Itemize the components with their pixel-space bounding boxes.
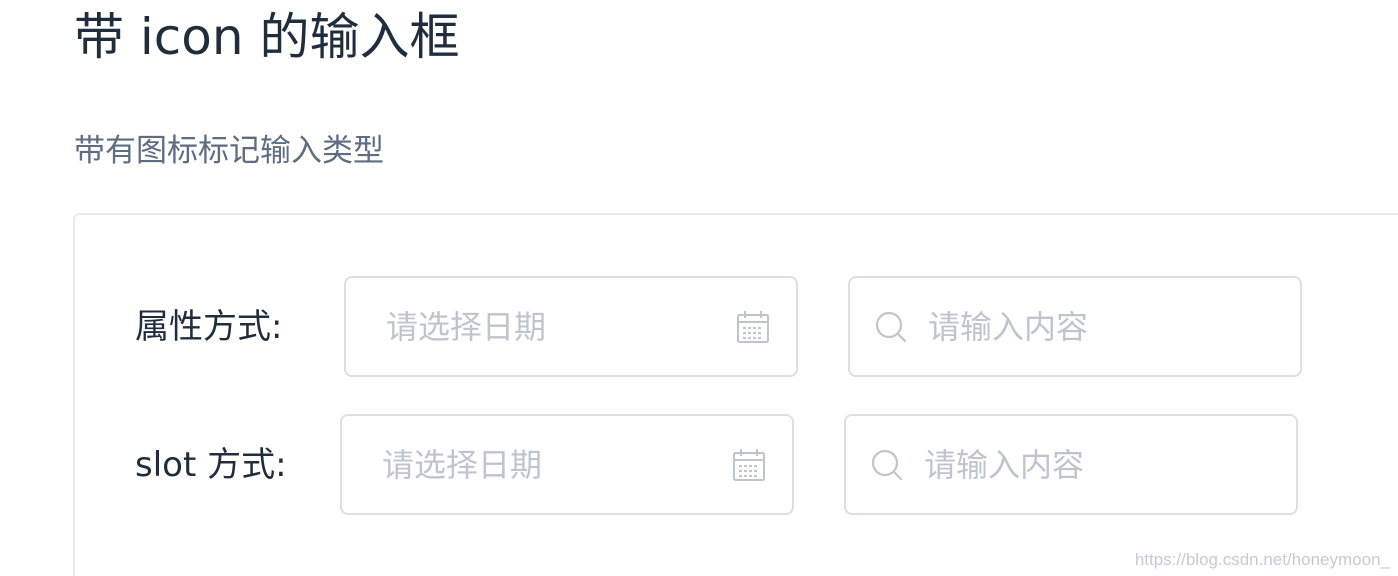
calendar-icon	[737, 311, 769, 343]
page: 带 icon 的输入框 带有图标标记输入类型 属性方式: slot 方式:	[0, 0, 1398, 576]
search-input-attribute[interactable]	[848, 276, 1302, 377]
row-label-slot: slot 方式:	[135, 445, 287, 485]
date-input-slot[interactable]	[340, 414, 794, 515]
search-input-slot[interactable]	[844, 414, 1298, 515]
search-icon	[871, 449, 903, 481]
search-input-field[interactable]	[928, 278, 1278, 375]
search-input-field[interactable]	[924, 416, 1274, 513]
date-input-field[interactable]	[382, 416, 712, 513]
page-description: 带有图标标记输入类型	[74, 133, 384, 169]
demo-block	[73, 213, 1398, 576]
page-title: 带 icon 的输入框	[74, 8, 460, 66]
watermark: https://blog.csdn.net/honeymoon_	[1134, 550, 1390, 569]
search-icon	[875, 311, 907, 343]
date-input-attribute[interactable]	[344, 276, 798, 377]
row-label-attribute: 属性方式:	[135, 307, 283, 347]
date-input-field[interactable]	[386, 278, 716, 375]
calendar-icon	[733, 449, 765, 481]
